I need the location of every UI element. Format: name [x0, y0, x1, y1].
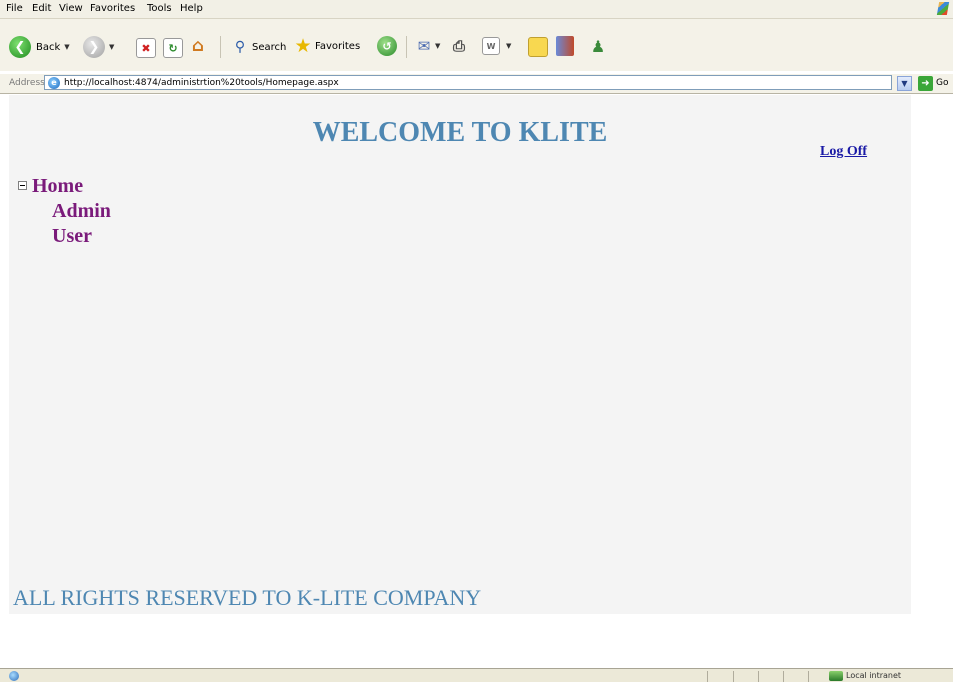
home-icon: ⌂ — [191, 36, 205, 56]
edit-button[interactable]: W ▼ — [482, 37, 511, 55]
tree-link-admin[interactable]: Admin — [52, 199, 111, 223]
status-separator — [707, 671, 708, 682]
mail-icon: ✉ — [417, 37, 431, 55]
address-bar: Address e http://localhost:4874/administ… — [0, 74, 953, 94]
print-icon: ⎙ — [452, 37, 465, 55]
status-separator — [733, 671, 734, 682]
menu-edit[interactable]: Edit — [32, 3, 51, 14]
address-label: Address — [9, 78, 45, 88]
search-icon: ⚲ — [234, 39, 246, 55]
menu-help[interactable]: Help — [180, 3, 203, 14]
refresh-icon: ↻ — [163, 38, 183, 58]
menu-favorites[interactable]: Favorites — [90, 3, 135, 14]
forward-dropdown-icon[interactable]: ▼ — [109, 43, 114, 51]
tree-link-home[interactable]: Home — [32, 174, 83, 198]
favorites-button[interactable]: ★ Favorites — [293, 35, 361, 57]
go-button-label[interactable]: Go — [936, 78, 948, 88]
home-button[interactable]: ⌂ — [188, 36, 208, 56]
favorites-star-icon: ★ — [294, 35, 312, 57]
search-label: Search — [252, 41, 287, 53]
stop-button[interactable]: ✖ — [136, 38, 156, 58]
security-zone-label: Local intranet — [846, 671, 902, 680]
edit-icon: W — [482, 37, 500, 55]
history-button[interactable]: ↺ — [377, 36, 397, 56]
standard-toolbar: ❮ Back ▼ ❯ ▼ ✖ ↻ ⌂ ⚲ Search ★ Favorites … — [0, 19, 953, 71]
menu-view[interactable]: View — [59, 3, 83, 14]
status-bar: Local intranet — [0, 668, 953, 682]
back-button[interactable]: ❮ Back ▼ — [9, 36, 70, 58]
history-icon: ↺ — [377, 36, 397, 56]
discuss-button[interactable] — [528, 37, 548, 57]
ie-page-icon: e — [48, 77, 60, 89]
status-separator — [808, 671, 809, 682]
browser-viewport: WELCOME TO KLITE Log Off Home Admin User… — [9, 95, 953, 668]
go-arrow-icon[interactable]: ➜ — [918, 76, 933, 91]
forward-button[interactable]: ❯ ▼ — [83, 36, 114, 58]
menu-bar: File Edit View Favorites Tools Help — [0, 0, 953, 19]
status-separator — [783, 671, 784, 682]
research-icon — [556, 36, 574, 56]
folder-icon — [528, 37, 548, 57]
address-input[interactable]: e http://localhost:4874/administrtion%20… — [44, 75, 892, 90]
menu-file[interactable]: File — [6, 3, 23, 14]
stop-icon: ✖ — [136, 38, 156, 58]
refresh-button[interactable]: ↻ — [163, 38, 183, 58]
menu-tools[interactable]: Tools — [147, 3, 172, 14]
toolbar-separator — [220, 36, 221, 58]
status-separator — [758, 671, 759, 682]
edit-dropdown-icon[interactable]: ▼ — [506, 42, 511, 50]
search-button[interactable]: ⚲ Search — [231, 38, 287, 56]
toolbar-separator — [406, 36, 407, 58]
page-status-icon — [9, 671, 19, 681]
address-dropdown-icon[interactable]: ▼ — [897, 76, 912, 91]
forward-icon: ❯ — [83, 36, 105, 58]
research-button[interactable] — [556, 36, 574, 56]
messenger-icon: ♟ — [590, 36, 606, 56]
messenger-button[interactable]: ♟ — [588, 36, 608, 56]
favorites-label: Favorites — [315, 40, 361, 52]
back-label: Back — [36, 41, 61, 53]
page-title: WELCOME TO KLITE — [312, 117, 608, 148]
tree-link-user[interactable]: User — [52, 224, 92, 248]
collapse-icon[interactable] — [18, 181, 27, 190]
back-dropdown-icon[interactable]: ▼ — [64, 43, 69, 51]
mail-button[interactable]: ✉ ▼ — [414, 37, 441, 55]
logoff-link[interactable]: Log Off — [820, 144, 867, 160]
address-url[interactable]: http://localhost:4874/administrtion%20to… — [64, 78, 339, 88]
back-icon: ❮ — [9, 36, 31, 58]
page-content: WELCOME TO KLITE Log Off Home Admin User… — [9, 95, 911, 614]
windows-logo-icon — [936, 2, 950, 15]
print-button[interactable]: ⎙ — [449, 37, 469, 55]
zone-icon — [829, 671, 843, 681]
mail-dropdown-icon[interactable]: ▼ — [435, 42, 440, 50]
footer-copyright: ALL RIGHTS RESERVED TO K-LITE COMPANY — [13, 585, 482, 610]
